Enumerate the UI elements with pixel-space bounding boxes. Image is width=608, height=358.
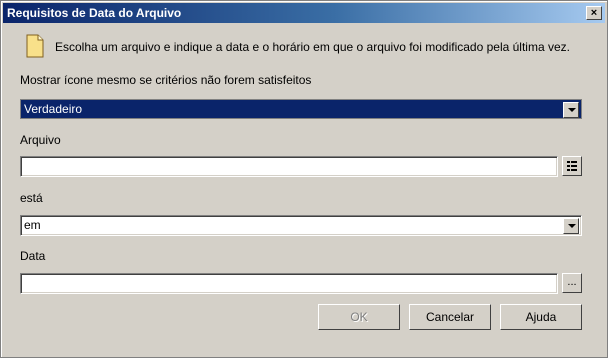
file-input[interactable]: [20, 156, 558, 177]
date-label: Data: [20, 249, 46, 263]
date-input[interactable]: [20, 273, 558, 294]
title-bar[interactable]: Requisitos de Data do Arquivo ×: [3, 3, 605, 23]
file-label: Arquivo: [20, 133, 61, 147]
show-icon-dropdown[interactable]: Verdadeiro: [20, 99, 582, 119]
operator-dropdown[interactable]: em: [20, 215, 582, 236]
help-button[interactable]: Ajuda: [500, 304, 582, 330]
ok-button[interactable]: OK: [318, 304, 400, 330]
window-title: Requisitos de Data do Arquivo: [7, 6, 182, 20]
chevron-down-icon[interactable]: [563, 102, 579, 118]
chevron-down-icon[interactable]: [563, 218, 579, 234]
browse-date-button[interactable]: ...: [562, 273, 582, 293]
operator-value: em: [24, 218, 41, 232]
cancel-button[interactable]: Cancelar: [409, 304, 491, 330]
close-button[interactable]: ×: [586, 6, 602, 20]
browse-list-icon: [567, 161, 577, 171]
description-text: Escolha um arquivo e indique a data e o …: [55, 40, 570, 54]
operator-label: está: [20, 191, 43, 205]
document-icon: [26, 34, 44, 58]
show-icon-value: Verdadeiro: [24, 102, 83, 116]
browse-file-button[interactable]: [562, 156, 582, 176]
show-icon-label: Mostrar ícone mesmo se critérios não for…: [20, 73, 312, 87]
